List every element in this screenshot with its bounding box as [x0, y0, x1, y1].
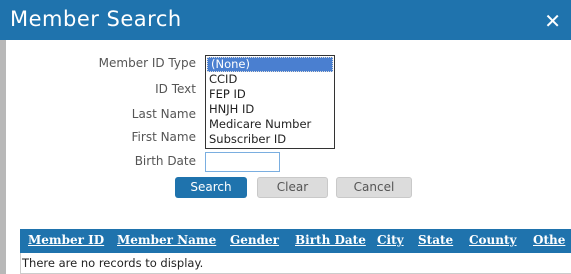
birth-date-label: Birth Date [134, 154, 196, 168]
column-gender[interactable]: Gender [230, 233, 279, 247]
clear-button[interactable]: Clear [257, 177, 328, 198]
cancel-button[interactable]: Cancel [336, 177, 412, 198]
birth-date-input[interactable] [205, 152, 280, 172]
id-text-label: ID Text [155, 82, 196, 96]
left-edge-divider [0, 40, 6, 274]
member-id-type-dropdown-list[interactable]: (None) CCID FEP ID HNJH ID Medicare Numb… [205, 55, 335, 149]
search-button[interactable]: Search [175, 177, 247, 198]
last-name-label: Last Name [131, 107, 196, 121]
column-member-id[interactable]: Member ID [28, 233, 104, 247]
results-grid-header: Member ID Member Name Gender Birth Date … [20, 229, 571, 253]
member-id-type-label: Member ID Type [98, 56, 196, 70]
results-grid-body: There are no records to display. [20, 253, 571, 274]
column-state[interactable]: State [418, 233, 453, 247]
column-birth-date[interactable]: Birth Date [295, 233, 366, 247]
dropdown-option-hnjh-id[interactable]: HNJH ID [206, 102, 334, 117]
dialog-titlebar: Member Search ✕ [0, 0, 571, 40]
dropdown-option-fep-id[interactable]: FEP ID [206, 87, 334, 102]
dropdown-option-none[interactable]: (None) [207, 57, 333, 72]
close-icon[interactable]: ✕ [544, 9, 561, 33]
dialog-title: Member Search [10, 7, 182, 31]
dropdown-option-ccid[interactable]: CCID [206, 72, 334, 87]
empty-results-message: There are no records to display. [22, 256, 204, 270]
dropdown-option-subscriber-id[interactable]: Subscriber ID [206, 132, 334, 147]
column-city[interactable]: City [377, 233, 404, 247]
column-member-name[interactable]: Member Name [117, 233, 216, 247]
first-name-label: First Name [131, 130, 196, 144]
column-other[interactable]: Othe [533, 233, 565, 247]
dropdown-option-medicare-number[interactable]: Medicare Number [206, 117, 334, 132]
column-county[interactable]: County [469, 233, 517, 247]
